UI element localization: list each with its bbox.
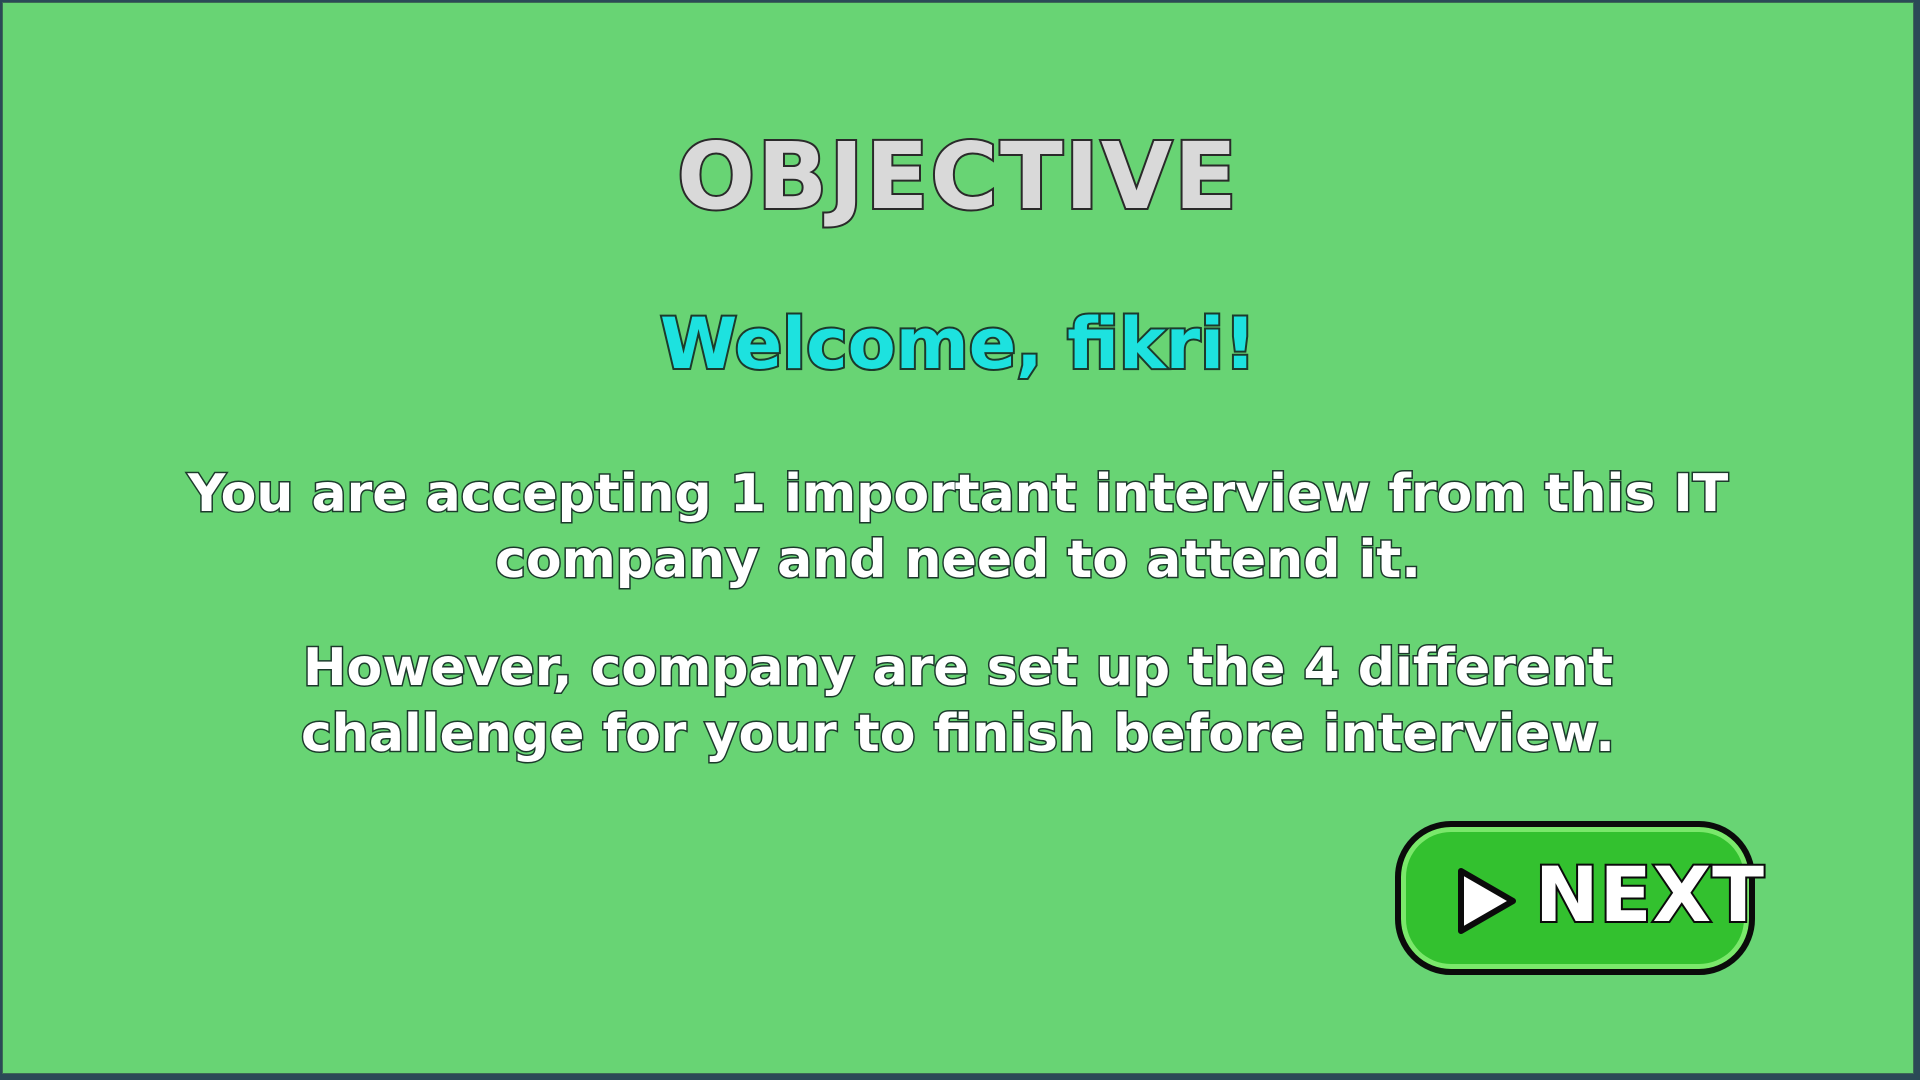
objective-paragraph-2: However, company are set up the 4 differ…	[299, 637, 1616, 766]
play-icon	[1458, 868, 1516, 934]
objective-title: OBJECTIVE	[675, 123, 1239, 230]
objective-screen: OBJECTIVE Welcome, fikri! You are accept…	[2, 2, 1914, 1074]
objective-paragraph-1: You are accepting 1 important interview …	[186, 463, 1730, 592]
next-button[interactable]: NEXT	[1395, 821, 1766, 975]
welcome-message: Welcome, fikri!	[658, 303, 1258, 385]
next-button-label: NEXT	[1533, 850, 1766, 939]
